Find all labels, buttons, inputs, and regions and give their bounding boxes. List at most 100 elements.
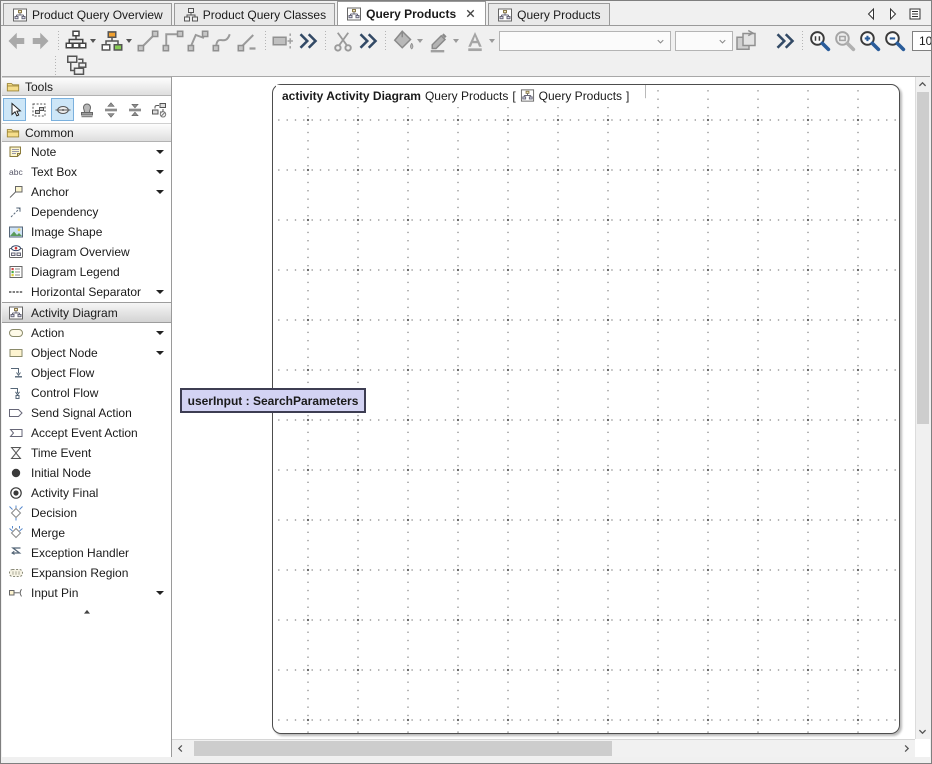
vertical-scroll-thumb[interactable] [917, 92, 929, 424]
more-buttons-chevron-icon[interactable] [296, 29, 320, 53]
zoom-out-button[interactable] [883, 29, 907, 53]
palette-item-image-shape[interactable]: Image Shape [2, 222, 171, 242]
font-name-combobox[interactable] [499, 31, 671, 51]
palette-item-control-flow[interactable]: Control Flow [2, 383, 171, 403]
copy-to-diagram-button[interactable] [734, 29, 758, 53]
palette-item-text-box[interactable]: abcText Box [2, 162, 171, 182]
previous-tab-icon[interactable] [863, 6, 879, 22]
palette-item-object-flow[interactable]: Object Flow [2, 363, 171, 383]
close-tab-icon[interactable] [464, 7, 477, 20]
palette-item-time-event[interactable]: Time Event [2, 443, 171, 463]
palette-item-label: Send Signal Action [31, 406, 132, 420]
palette-item-merge[interactable]: Merge [2, 523, 171, 543]
split-tool-button[interactable] [99, 98, 122, 121]
dropdown-caret-icon[interactable] [156, 591, 164, 595]
object-node-userinput[interactable]: userInput : SearchParameters [180, 388, 366, 413]
palette-item-send-signal-action[interactable]: Send Signal Action [2, 403, 171, 423]
toolbar-separator [53, 56, 58, 76]
line-color-button[interactable] [427, 29, 451, 53]
layout-button[interactable] [64, 29, 88, 53]
horizontal-scroll-thumb[interactable] [194, 741, 612, 756]
zoom-fit-button[interactable] [833, 29, 857, 53]
line-style-rectilinear-button[interactable] [161, 29, 185, 53]
palette-item-diagram-overview[interactable]: Diagram Overview [2, 242, 171, 262]
zoom-level-combobox[interactable]: 100% [912, 31, 932, 51]
palette-item-object-node[interactable]: Object Node [2, 343, 171, 363]
dropdown-caret-icon[interactable] [156, 331, 164, 335]
line-style-custom-button[interactable] [236, 29, 260, 53]
palette-item-initial-node[interactable]: Initial Node [2, 463, 171, 483]
diagram-tab-3[interactable]: Query Products [488, 3, 609, 25]
diagram-frame-header[interactable]: activity Activity Diagram Query Products… [276, 85, 645, 107]
scroll-down-arrow[interactable] [916, 725, 929, 738]
line-style-straight-button[interactable] [136, 29, 160, 53]
palette-item-action[interactable]: Action [2, 323, 171, 343]
dropdown-caret-icon[interactable] [156, 351, 164, 355]
display-parts-button[interactable] [271, 29, 295, 53]
tab-list-icon[interactable] [907, 6, 923, 22]
palette-item-note[interactable]: Note [2, 142, 171, 162]
scroll-left-arrow[interactable] [174, 742, 187, 755]
expansion-region-icon [8, 565, 24, 581]
containment-structure-button[interactable] [64, 54, 88, 78]
dropdown-caret-icon[interactable] [156, 290, 164, 294]
layout-caret-icon[interactable] [90, 39, 96, 43]
swap-tool-button[interactable] [147, 98, 170, 121]
back-button[interactable] [4, 29, 28, 53]
palette-item-anchor[interactable]: Anchor [2, 182, 171, 202]
scroll-up-arrow[interactable] [916, 78, 929, 91]
forward-button[interactable] [29, 29, 53, 53]
line-style-oblique-button[interactable] [186, 29, 210, 53]
fill-color-caret-icon[interactable] [417, 39, 423, 43]
squeeze-tool-button[interactable] [123, 98, 146, 121]
frame-header-ref: Query Products [539, 89, 622, 103]
diagram-tab-2[interactable]: Query Products [337, 1, 486, 25]
dropdown-caret-icon[interactable] [156, 190, 164, 194]
more-edit-chevron-icon[interactable] [356, 29, 380, 53]
palette-item-decision[interactable]: Decision [2, 503, 171, 523]
zoom-1-1-button[interactable] [808, 29, 832, 53]
line-style-curve-button[interactable] [211, 29, 235, 53]
glue-tool-button[interactable] [51, 98, 74, 121]
next-tab-icon[interactable] [885, 6, 901, 22]
zoom-in-button[interactable] [858, 29, 882, 53]
palette-item-dependency[interactable]: Dependency [2, 202, 171, 222]
cut-button[interactable] [331, 29, 355, 53]
font-size-combobox[interactable] [675, 31, 733, 51]
vertical-scrollbar[interactable] [915, 77, 930, 739]
dropdown-caret-icon[interactable] [156, 170, 164, 174]
palette-item-activity-diagram[interactable]: Activity Diagram [2, 302, 171, 323]
horizontal-scrollbar[interactable] [172, 739, 915, 757]
palette-item-diagram-legend[interactable]: Diagram Legend [2, 262, 171, 282]
add-related-caret-icon[interactable] [126, 39, 132, 43]
marquee-tool-button[interactable] [27, 98, 50, 121]
font-color-button[interactable] [463, 29, 487, 53]
dropdown-caret-icon[interactable] [156, 150, 164, 154]
diagram-tab-0[interactable]: Product Query Overview [3, 3, 172, 25]
text-box-icon: abc [8, 164, 24, 180]
diagram-canvas[interactable]: activity Activity Diagram Query Products… [172, 77, 930, 757]
scroll-right-arrow[interactable] [900, 742, 913, 755]
more-toolbar-chevron-icon[interactable] [773, 29, 797, 53]
add-related-button[interactable] [100, 29, 124, 53]
palette-item-horizontal-separator[interactable]: Horizontal Separator [2, 282, 171, 302]
palette-item-accept-event-action[interactable]: Accept Event Action [2, 423, 171, 443]
action-icon [8, 325, 24, 341]
font-color-caret-icon[interactable] [489, 39, 495, 43]
activity-diagram-frame[interactable]: activity Activity Diagram Query Products… [272, 84, 900, 734]
palette-section-tools[interactable]: Tools [2, 77, 171, 96]
activity-diagram-icon [520, 88, 535, 103]
palette-section-common[interactable]: Common [2, 123, 171, 142]
palette-scroll-up-button[interactable] [2, 605, 171, 619]
palette-item-label: Control Flow [31, 386, 98, 400]
fill-color-button[interactable] [391, 29, 415, 53]
palette-item-exception-handler[interactable]: Exception Handler [2, 543, 171, 563]
palette-item-input-pin[interactable]: Input Pin [2, 583, 171, 603]
secondary-toolbar [1, 56, 931, 76]
diagram-tab-1[interactable]: Product Query Classes [174, 3, 335, 25]
palette-item-activity-final[interactable]: Activity Final [2, 483, 171, 503]
palette-item-expansion-region[interactable]: Expansion Region [2, 563, 171, 583]
selection-tool-button[interactable] [3, 98, 26, 121]
line-color-caret-icon[interactable] [453, 39, 459, 43]
stamp-tool-button[interactable] [75, 98, 98, 121]
